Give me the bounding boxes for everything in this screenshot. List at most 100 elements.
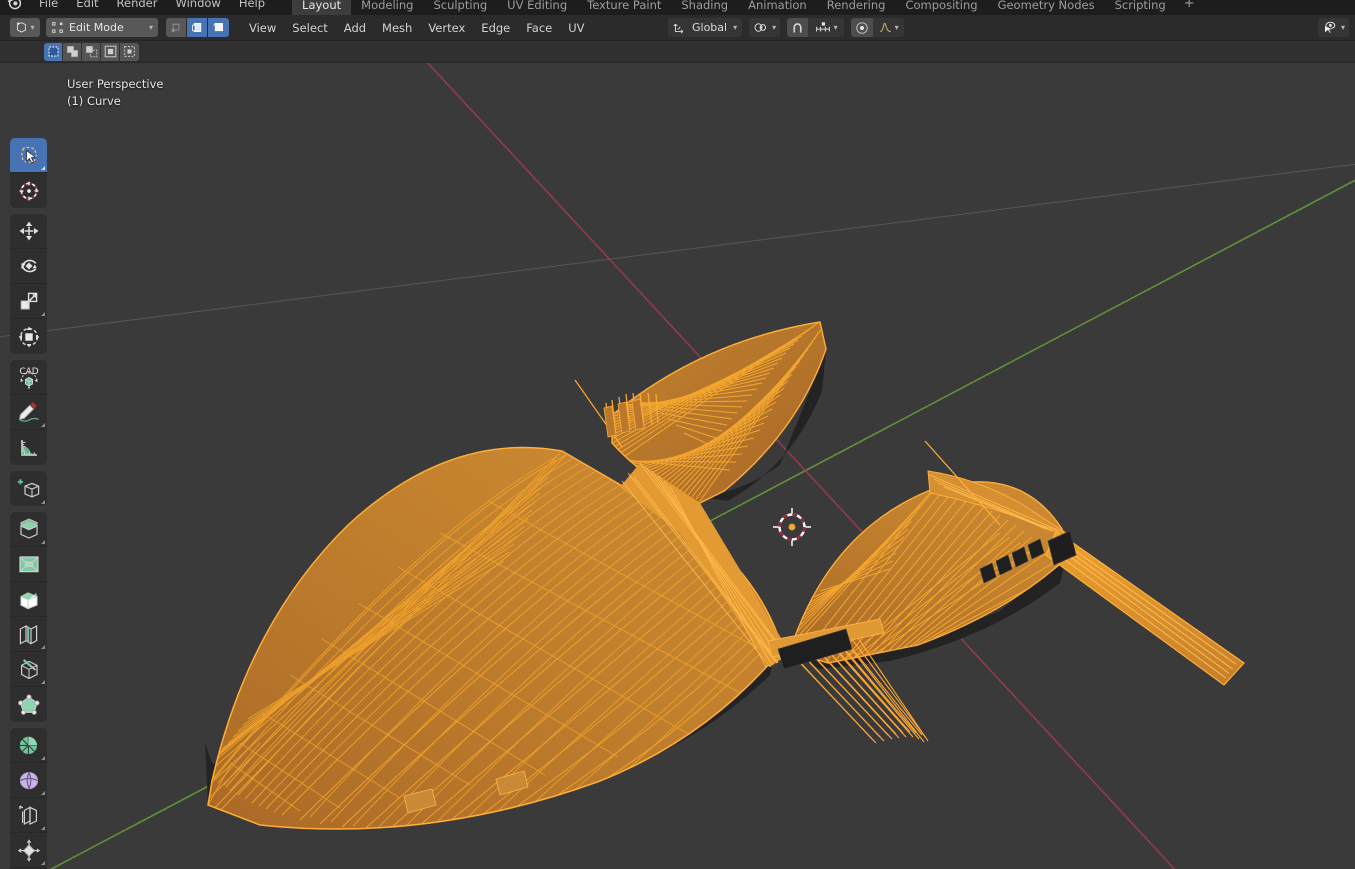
- chevron-down-icon: ▾: [733, 22, 738, 32]
- tool-add-cube[interactable]: [10, 471, 47, 506]
- magnet-icon[interactable]: [787, 18, 809, 37]
- select-extend-icon[interactable]: [63, 42, 82, 61]
- workspace-tab-geometry-nodes[interactable]: Geometry Nodes: [988, 0, 1105, 15]
- edit-mode-curve-icon: [52, 22, 63, 33]
- tool-shrink-fatten[interactable]: [10, 833, 47, 868]
- toolbar-group-transform: [10, 214, 47, 354]
- menu-file[interactable]: File: [30, 0, 67, 15]
- select-subtract-icon[interactable]: [82, 42, 101, 61]
- menu-view[interactable]: View: [241, 18, 284, 38]
- menu-add[interactable]: Add: [336, 18, 374, 38]
- tool-cursor[interactable]: [10, 173, 47, 208]
- transform-orientation-icon: [673, 23, 684, 34]
- snap-to-dropdown[interactable]: ▾: [808, 18, 845, 37]
- tool-submenu-corner: [41, 312, 45, 316]
- select-mode-handle[interactable]: [187, 18, 208, 37]
- grid-lines: [0, 163, 1355, 338]
- menu-uv[interactable]: UV: [560, 18, 592, 38]
- tool-move[interactable]: [10, 214, 47, 249]
- tool-smooth[interactable]: [10, 763, 47, 798]
- menu-help[interactable]: Help: [230, 0, 274, 15]
- menu-edit[interactable]: Edit: [67, 0, 107, 15]
- toolbar-group-add: [10, 471, 47, 506]
- pivot-point-median-icon: [754, 23, 767, 32]
- tool-transform[interactable]: [10, 319, 47, 354]
- workspace-tab-sculpting[interactable]: Sculpting: [423, 0, 497, 15]
- tool-knife[interactable]: [10, 652, 47, 687]
- workspace-tab-scripting[interactable]: Scripting: [1105, 0, 1176, 15]
- mode-select-dropdown[interactable]: Edit Mode ▾: [46, 18, 158, 37]
- workspace-tab-modeling[interactable]: Modeling: [351, 0, 423, 15]
- tool-cad-transform[interactable]: CAD: [10, 360, 47, 395]
- toolbar-group-annotate: CAD: [10, 360, 47, 465]
- tool-submenu-corner: [41, 423, 45, 427]
- top-menu-items: File Edit Render Window Help: [30, 0, 274, 15]
- select-operation-group: [44, 42, 139, 61]
- workspace-tab-compositing[interactable]: Compositing: [895, 0, 987, 15]
- toolbar-group-mesh-edit: [10, 512, 47, 722]
- workspace-tab-uv-editing[interactable]: UV Editing: [497, 0, 577, 15]
- menu-face[interactable]: Face: [518, 18, 560, 38]
- pivot-point-dropdown[interactable]: ▾: [749, 18, 781, 37]
- proportional-editing-icon[interactable]: [851, 18, 874, 37]
- menu-select[interactable]: Select: [284, 18, 335, 38]
- curve-select-mode-group: [166, 18, 229, 37]
- proportional-editing-group: ▾: [851, 18, 905, 37]
- transform-orientation-label: Global: [692, 21, 728, 34]
- menu-window[interactable]: Window: [166, 0, 229, 15]
- transform-orientation-dropdown[interactable]: Global ▾: [668, 18, 743, 37]
- 3d-viewport[interactable]: User Perspective (1) Curve CAD: [0, 63, 1355, 869]
- menu-mesh[interactable]: Mesh: [374, 18, 420, 38]
- add-workspace-button[interactable]: +: [1176, 0, 1203, 15]
- proportional-falloff-dropdown[interactable]: ▾: [873, 18, 905, 37]
- workspace-tab-shading[interactable]: Shading: [671, 0, 738, 15]
- chevron-down-icon: ▾: [30, 22, 35, 32]
- workspace-tab-texture-paint[interactable]: Texture Paint: [577, 0, 671, 15]
- visibility-selectability-dropdown[interactable]: ▾: [1317, 18, 1349, 37]
- select-mode-control-point[interactable]: [166, 18, 187, 37]
- workspace-tabs: Layout Modeling Sculpting UV Editing Tex…: [292, 0, 1203, 15]
- chevron-down-icon: ▾: [833, 22, 838, 32]
- tool-scale[interactable]: [10, 284, 47, 319]
- select-mode-segment[interactable]: [208, 18, 229, 37]
- blender-window: File Edit Render Window Help Layout Mode…: [0, 0, 1355, 869]
- tool-measure[interactable]: [10, 430, 47, 465]
- top-menu-bar: File Edit Render Window Help Layout Mode…: [0, 0, 1355, 15]
- fish-curve-mesh[interactable]: [194, 321, 1246, 830]
- menu-render[interactable]: Render: [108, 0, 167, 15]
- tool-edge-slide[interactable]: [10, 798, 47, 833]
- tool-inset-faces[interactable]: [10, 547, 47, 582]
- viewport-menu-items: View Select Add Mesh Vertex Edge Face UV: [241, 18, 593, 38]
- svg-text:CAD: CAD: [19, 367, 38, 377]
- select-set-icon[interactable]: [44, 42, 63, 61]
- menu-edge[interactable]: Edge: [473, 18, 518, 38]
- tool-tweak-select[interactable]: [10, 138, 47, 173]
- 3d-cursor[interactable]: [773, 508, 811, 546]
- workspace-tab-rendering[interactable]: Rendering: [817, 0, 896, 15]
- viewport-header: ▾ Edit Mode ▾ View Select Add Mesh Verte…: [0, 15, 1355, 41]
- tool-submenu-corner: [41, 861, 45, 865]
- smooth-falloff-curve-icon: [879, 22, 891, 33]
- viewport-toolbar: CAD: [10, 138, 47, 869]
- tool-submenu-corner: [41, 756, 45, 760]
- editor-type-3dviewport-icon[interactable]: ▾: [10, 18, 40, 37]
- tool-annotate[interactable]: [10, 395, 47, 430]
- select-intersect-icon[interactable]: [120, 42, 139, 61]
- tool-submenu-corner: [41, 826, 45, 830]
- chevron-down-icon: ▾: [148, 22, 153, 32]
- select-invert-icon[interactable]: [101, 42, 120, 61]
- tool-submenu-corner: [41, 645, 45, 649]
- menu-vertex[interactable]: Vertex: [420, 18, 473, 38]
- tool-rotate[interactable]: [10, 249, 47, 284]
- tool-loop-cut[interactable]: [10, 617, 47, 652]
- chevron-down-icon: ▾: [1340, 22, 1345, 32]
- workspace-tab-layout[interactable]: Layout: [292, 0, 352, 15]
- blender-logo-icon[interactable]: [0, 0, 30, 15]
- workspace-tab-animation[interactable]: Animation: [738, 0, 817, 15]
- tool-poly-build[interactable]: [10, 687, 47, 722]
- tool-submenu-corner: [41, 791, 45, 795]
- tool-bevel[interactable]: [10, 582, 47, 617]
- tool-extrude-region[interactable]: [10, 512, 47, 547]
- tool-spin[interactable]: [10, 728, 47, 763]
- chevron-down-icon: ▾: [894, 22, 899, 32]
